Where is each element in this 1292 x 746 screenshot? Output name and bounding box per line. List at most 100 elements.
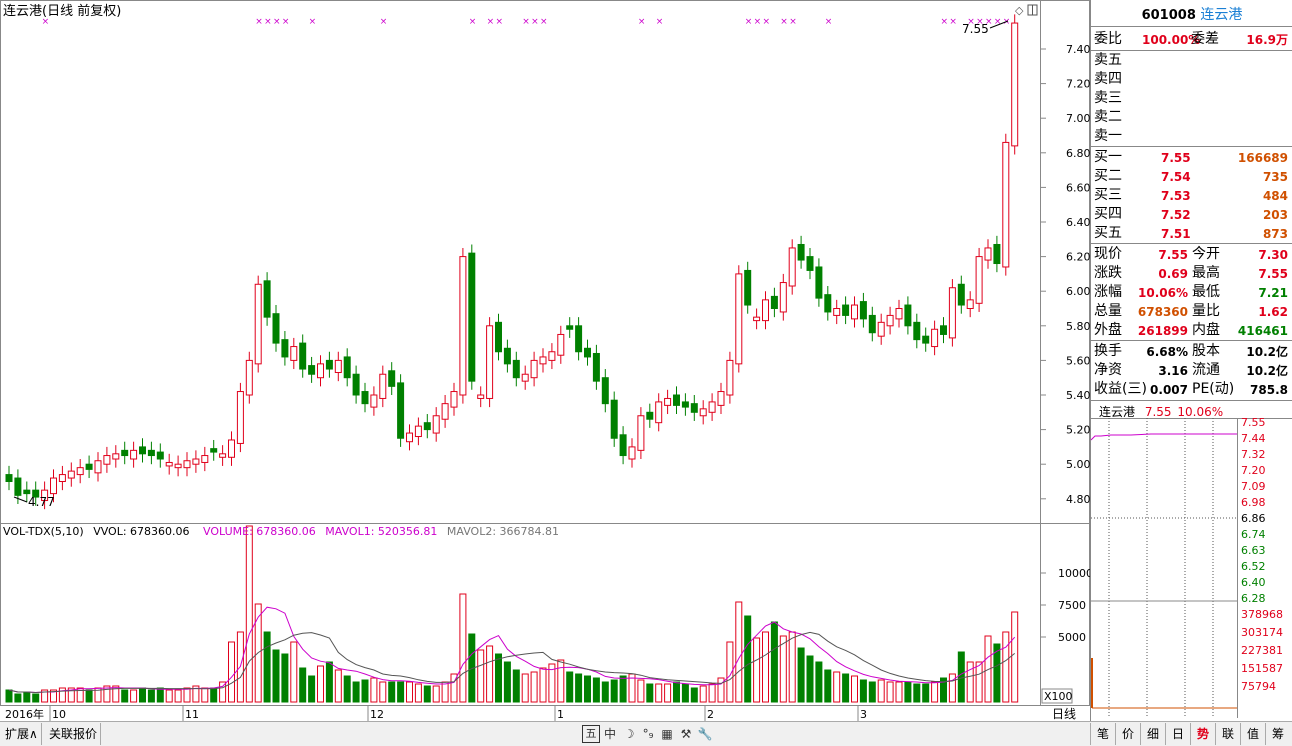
candle-body: [14, 477, 22, 496]
price-axis-label: 6.20: [1066, 251, 1090, 264]
candle-body: [717, 391, 725, 406]
vol-mavol2: MAVOL2: 366784.81: [447, 525, 559, 538]
price-axis-label: 4.80: [1066, 493, 1090, 506]
signal-marker: ×: [941, 17, 949, 27]
signal-marker: ×: [282, 17, 290, 27]
buy-level-row[interactable]: 买四 7.52 203: [1094, 205, 1290, 224]
divider: [1091, 340, 1292, 341]
volume-bar: [1011, 611, 1019, 703]
buy-level-label: 买三: [1094, 187, 1122, 203]
panel-tab[interactable]: 笔: [1090, 723, 1115, 745]
buy-level-price: 7.51: [1161, 227, 1191, 241]
buy-level-label: 买一: [1094, 149, 1122, 165]
volume-bar: [201, 687, 209, 703]
candle-body: [1011, 22, 1019, 147]
tab-expand[interactable]: 扩展∧: [2, 723, 42, 745]
volume-bar: [637, 679, 645, 703]
candle-body: [610, 399, 618, 439]
volume-bar: [156, 687, 164, 703]
volume-bar: [58, 687, 66, 703]
tool-icons: 五中 ☽ °₉ ▦ ⚒ 🔧: [582, 722, 722, 746]
toolbar-tool-icon[interactable]: 五: [582, 725, 600, 743]
panel-tab[interactable]: 值: [1240, 723, 1265, 745]
buy-level-label: 买四: [1094, 206, 1122, 222]
buy-level-row[interactable]: 买二 7.54 735: [1094, 167, 1290, 186]
candle-body: [521, 373, 529, 382]
volume-bar: [708, 683, 716, 703]
stock-name: 连云港: [1200, 7, 1243, 23]
sell-level-label: 卖二: [1094, 109, 1122, 125]
signal-marker: ×: [949, 17, 957, 27]
date-axis-label: 11: [185, 708, 199, 721]
toolbar-tool-icon[interactable]: ⚒: [677, 725, 695, 743]
panel-tab[interactable]: 细: [1140, 723, 1165, 745]
toolbar-tool-icon[interactable]: °₉: [639, 725, 657, 743]
sell-level-row: 卖五: [1094, 51, 1290, 70]
mini-price-label: 7.32: [1241, 448, 1266, 461]
date-axis-label: 2016年: [5, 707, 44, 721]
mini-intraday-chart[interactable]: 7.55 7.44 7.32 7.20 7.09 6.98 6.86 6.74 6.63 6.52…: [1091, 418, 1292, 718]
volume-bar: [931, 681, 939, 703]
candle-body: [450, 391, 458, 408]
volume-bar: [219, 681, 227, 703]
candle-body: [584, 347, 591, 358]
candle-body: [281, 339, 289, 358]
panel-tab[interactable]: 日: [1165, 723, 1190, 745]
kline-chart-area[interactable]: 7.40 7.20 7.00 6.80 6.60 6.40 6.20 6.00 5.80 5.60…: [0, 0, 1090, 721]
sell-level-row: 卖一: [1094, 127, 1290, 146]
mini-price-label: 7.44: [1241, 432, 1266, 445]
toolbar-tool-icon[interactable]: ▦: [658, 725, 676, 743]
candle-body: [130, 449, 138, 460]
volume-bar: [851, 675, 858, 703]
price-axis-label: 5.40: [1066, 389, 1090, 402]
candle-body: [121, 449, 129, 457]
candle-body: [379, 373, 387, 399]
divider: [1091, 400, 1292, 401]
vol-vvol: VVOL: 678360.06: [93, 525, 189, 538]
volume-bar: [441, 681, 449, 703]
toolbar-tool-icon[interactable]: ☽: [620, 725, 638, 743]
stat-label: 今开: [1192, 246, 1220, 262]
candle-body: [156, 451, 164, 460]
tab-related-quotes[interactable]: 关联报价: [46, 723, 102, 745]
vol-volume: VOLUME: 678360.06: [203, 525, 316, 538]
candle-body: [735, 273, 743, 365]
toolbar-tool-icon[interactable]: 🔧: [696, 725, 714, 743]
sell-level-row: 卖四: [1094, 70, 1290, 89]
volume-bar: [886, 681, 894, 703]
volume-bar: [966, 661, 974, 703]
volume-bar: [539, 667, 547, 703]
candle-body: [165, 461, 173, 467]
mini-price: 7.55: [1144, 405, 1172, 419]
buy-level-row[interactable]: 买三 7.53 484: [1094, 186, 1290, 205]
buy-level-row[interactable]: 买一 7.55 166689: [1094, 148, 1290, 167]
diamond-icon[interactable]: ◇: [1015, 4, 1024, 17]
candle-body: [183, 460, 191, 469]
volume-bar: [272, 649, 280, 703]
volume-bar: [343, 675, 351, 703]
candle-body: [566, 325, 574, 330]
period-label[interactable]: 日线: [1052, 707, 1076, 721]
stat-value: 10.2亿: [1246, 345, 1288, 359]
panel-tab[interactable]: 筹: [1265, 723, 1290, 745]
candle-body: [441, 403, 449, 420]
candle-body: [806, 256, 814, 271]
panel-tab[interactable]: 价: [1115, 723, 1140, 745]
candle-body: [966, 299, 974, 310]
candle-body: [5, 474, 13, 482]
candle-body: [779, 282, 787, 313]
panel-tab[interactable]: 势: [1190, 723, 1215, 745]
kline-chart[interactable]: 7.40 7.20 7.00 6.80 6.60 6.40 6.20 6.00 5.80 5.60…: [0, 0, 1090, 721]
volume-bar: [477, 649, 485, 703]
candle-body: [859, 301, 867, 320]
price-axis-label: 6.00: [1066, 285, 1090, 298]
price-axis-label: 7.20: [1066, 78, 1090, 91]
toolbar-tool-icon[interactable]: 中: [601, 725, 619, 743]
stat-value: 7.30: [1258, 248, 1288, 262]
panel-tab[interactable]: 联: [1215, 723, 1240, 745]
volume-bar: [681, 683, 689, 703]
sell-level-label: 卖一: [1094, 128, 1122, 144]
buy-level-row[interactable]: 买五 7.51 873: [1094, 224, 1290, 243]
volume-bar: [859, 679, 867, 703]
volume-bar: [842, 673, 850, 703]
